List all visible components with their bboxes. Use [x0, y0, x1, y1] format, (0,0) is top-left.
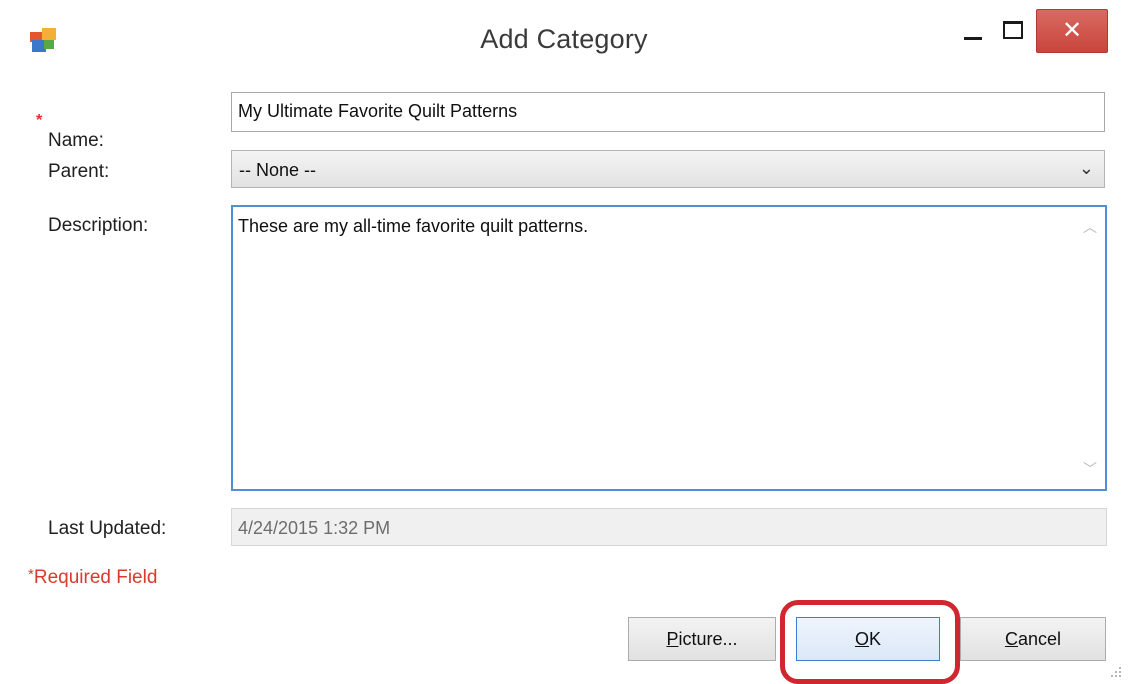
required-note-text: Required Field [33, 567, 158, 588]
picture-button-label: icture... [678, 629, 738, 649]
description-textarea[interactable]: These are my all-time favorite quilt pat… [231, 205, 1107, 491]
minimize-icon [964, 37, 982, 40]
description-scrollbar[interactable]: ︿ ﹀ [1075, 207, 1105, 489]
cancel-button-label: ancel [1017, 629, 1062, 649]
picture-button[interactable]: Picture... [628, 617, 776, 661]
parent-label: Parent: [48, 161, 110, 182]
close-button[interactable]: ✕ [1036, 9, 1108, 53]
cancel-button[interactable]: Cancel [960, 617, 1106, 661]
title-bar: Add Category ✕ [0, 0, 1128, 92]
maximize-button[interactable] [990, 8, 1036, 52]
scroll-down-icon[interactable]: ﹀ [1083, 459, 1097, 479]
last-updated-value: 4/24/2015 1:32 PM [238, 518, 391, 538]
parent-select-value: -- None -- [239, 160, 317, 180]
last-updated-field: 4/24/2015 1:32 PM [231, 508, 1107, 546]
picture-button-mnemonic: P [666, 629, 679, 649]
resize-grip-icon[interactable] [1108, 664, 1122, 678]
name-input[interactable]: My Ultimate Favorite Quilt Patterns [231, 92, 1105, 132]
description-label: Description: [48, 215, 149, 236]
last-updated-label: Last Updated: [48, 518, 167, 539]
name-label: Name: [48, 130, 104, 151]
chevron-down-icon[interactable]: ⌄ [1079, 158, 1094, 179]
maximize-icon [1003, 21, 1023, 39]
description-text: These are my all-time favorite quilt pat… [238, 216, 589, 236]
required-field-note: *Required Field [28, 566, 157, 589]
add-category-dialog: Add Category ✕ * Name: My Ultimate Favor… [0, 0, 1128, 684]
close-icon: ✕ [1061, 16, 1083, 44]
required-marker: * [36, 112, 43, 129]
cancel-button-mnemonic: C [1004, 629, 1018, 649]
annotation-highlight [780, 600, 960, 684]
parent-select[interactable]: -- None -- ⌄ [231, 150, 1105, 188]
scroll-up-icon[interactable]: ︿ [1083, 217, 1097, 237]
